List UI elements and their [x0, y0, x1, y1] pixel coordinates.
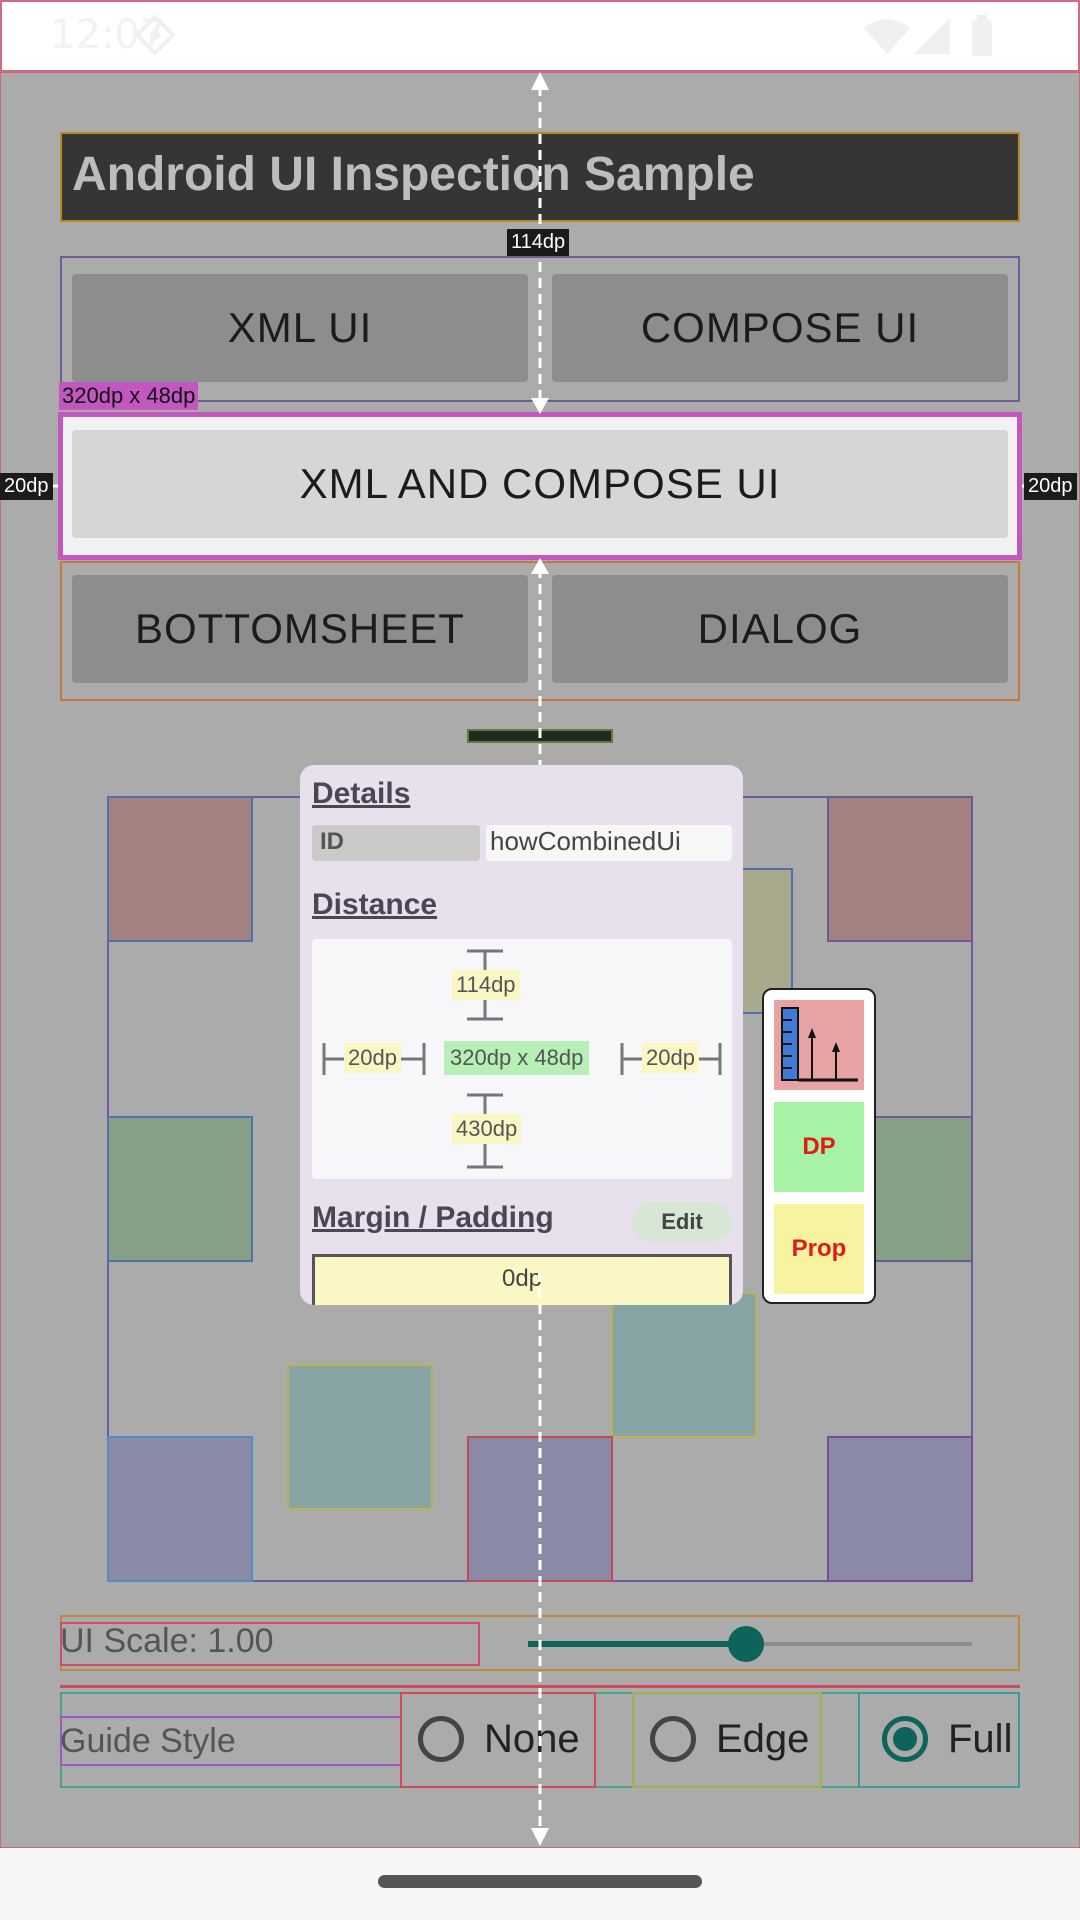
id-label: ID: [320, 828, 344, 855]
guide-line-segment: [538, 1272, 541, 1306]
distance-bottom-chip: 430dp: [452, 1114, 522, 1144]
distance-right-chip: 20dp: [642, 1043, 699, 1073]
right-margin-label: 20dp: [1024, 473, 1077, 500]
prop-tool-button[interactable]: Prop: [774, 1204, 864, 1294]
margin-padding-title: Margin / Padding: [312, 1201, 554, 1234]
details-panel: Details ID howCombinedUi Distance 114dp …: [300, 765, 743, 1305]
edit-button[interactable]: Edit: [632, 1202, 732, 1242]
measure-tool-button[interactable]: [774, 1000, 864, 1090]
phone-screen: 12:07 Android UI Inspection Sample XML U…: [0, 0, 1080, 1920]
left-margin-label: 20dp: [0, 473, 53, 500]
id-value: howCombinedUi: [490, 826, 681, 856]
inspection-toolbox: DP Prop: [762, 988, 876, 1304]
distance-top-chip: 114dp: [452, 970, 520, 1000]
margin-value-box: 0dp: [312, 1254, 732, 1305]
size-chip: 320dp x 48dp: [444, 1041, 590, 1075]
home-gesture-handle[interactable]: [378, 1875, 702, 1888]
distance-left-chip: 20dp: [344, 1043, 401, 1073]
dp-tool-button[interactable]: DP: [774, 1102, 864, 1192]
ruler-chart-icon: [781, 1007, 858, 1082]
details-title: Details: [312, 777, 411, 810]
selected-size-label: 320dp x 48dp: [59, 382, 199, 410]
distance-box: 114dp 20dp 320dp x 48dp 20dp 430dp: [312, 939, 732, 1179]
top-distance-label: 114dp: [507, 229, 570, 256]
distance-title: Distance: [312, 888, 438, 921]
